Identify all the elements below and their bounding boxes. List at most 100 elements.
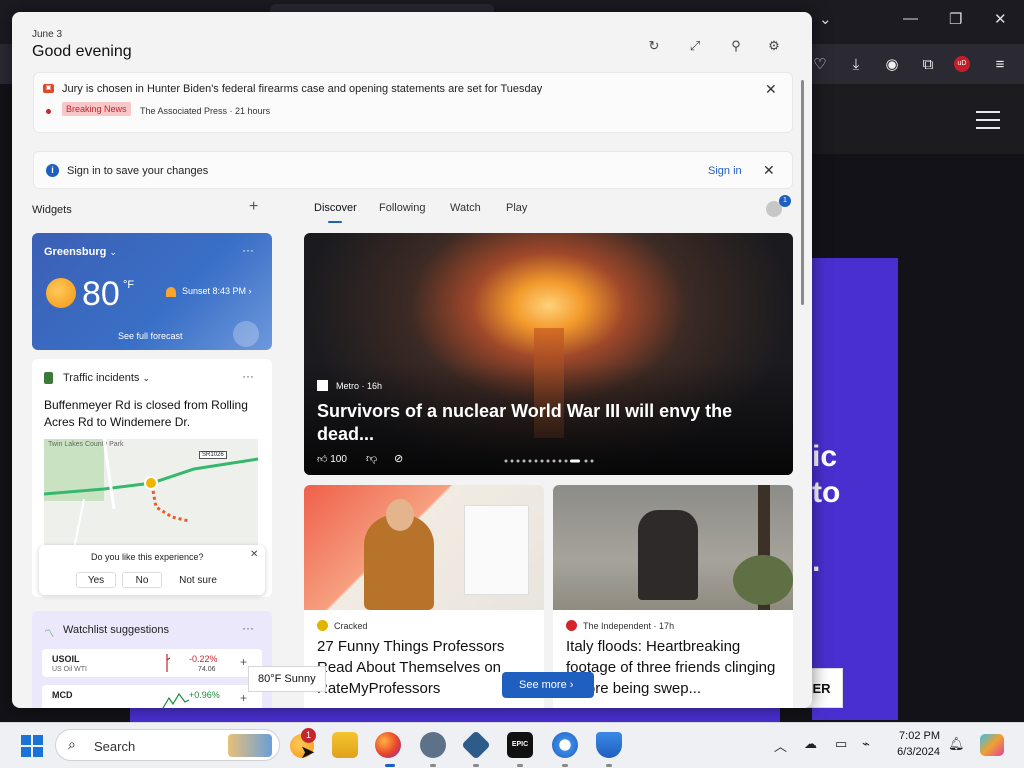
add-stock-plus-icon[interactable]: +	[240, 655, 247, 669]
download-icon[interactable]: ⤓	[846, 56, 866, 74]
stock-sparkline	[162, 692, 190, 708]
restore-icon[interactable]: ❐	[949, 10, 962, 28]
tab-list-chevron-icon[interactable]: ⌄	[819, 10, 832, 28]
mouse-cursor-icon: ➤	[300, 742, 316, 762]
running-app-indicator	[562, 764, 568, 767]
survey-yes-button[interactable]: Yes	[76, 572, 116, 588]
weather-tooltip: 80°F Sunny	[248, 666, 326, 692]
survey-close-icon[interactable]: ✕	[250, 549, 258, 560]
see-more-button[interactable]: See more ›	[502, 672, 594, 698]
hero-title[interactable]: Survivors of a nuclear World War III wil…	[317, 400, 777, 446]
clock-date[interactable]: 6/3/2024	[890, 746, 940, 758]
signin-bar: i Sign in to save your changes Sign in ✕	[33, 151, 793, 189]
site-menu-icon[interactable]	[976, 111, 1000, 129]
active-tab-indicator	[328, 221, 342, 223]
expand-icon[interactable]: ⤢	[684, 37, 706, 55]
stock-row[interactable]: MCD +0.96% +	[42, 685, 262, 708]
stock-symbol: USOIL	[52, 654, 80, 664]
weather-temperature: 80	[82, 275, 120, 313]
search-placeholder: Search	[94, 739, 136, 754]
hide-story-icon[interactable]: ⊘	[394, 452, 403, 465]
watchlist-widget[interactable]: 〽 Watchlist suggestions ··· USOIL US Oil…	[32, 611, 272, 708]
ublock-icon[interactable]: uD	[954, 56, 970, 72]
panel-scrollbar[interactable]	[801, 80, 804, 305]
card-title[interactable]: Italy floods: Heartbreaking footage of t…	[566, 636, 786, 699]
add-widget-plus-icon[interactable]: +	[249, 198, 258, 216]
extensions-icon[interactable]: ⧉	[918, 56, 938, 74]
onedrive-cloud-icon[interactable]: ☁	[804, 736, 817, 752]
epic-games-icon[interactable]: EPIC	[507, 732, 533, 758]
survey-no-button[interactable]: No	[122, 572, 162, 588]
survey-notsure-button[interactable]: Not sure	[170, 572, 226, 588]
weather-map-icon[interactable]	[233, 321, 259, 347]
metro-logo-icon	[317, 380, 328, 391]
stock-symbol: MCD	[52, 690, 73, 700]
running-app-indicator	[473, 764, 479, 767]
taskbar-search[interactable]: ⌕ Search	[55, 729, 280, 761]
active-app-indicator	[385, 764, 395, 767]
defender-shield-icon[interactable]	[596, 732, 622, 758]
windows-start-icon[interactable]	[21, 735, 43, 757]
tab-watch[interactable]: Watch	[450, 202, 481, 214]
notification-bell-icon[interactable]: 🔔︎	[948, 736, 965, 752]
more-options-icon[interactable]: ···	[242, 369, 254, 383]
clock-time[interactable]: 7:02 PM	[896, 730, 940, 742]
chevron-up-icon[interactable]: ︿	[774, 736, 787, 755]
watchlist-title: Watchlist suggestions	[63, 624, 169, 636]
hero-source: Metro · 16h	[336, 381, 383, 391]
carousel-dots[interactable]	[504, 459, 599, 463]
incident-pin-icon[interactable]	[144, 476, 158, 490]
tab-play[interactable]: Play	[506, 202, 527, 214]
stock-row[interactable]: USOIL US Oil WTI -0.22% 74.06 +	[42, 649, 262, 677]
thumbs-down-icon[interactable]: 👎︎	[366, 452, 377, 465]
file-explorer-icon[interactable]	[332, 732, 358, 758]
settings-gear-icon[interactable]: ⚙	[763, 37, 785, 55]
pin-icon[interactable]: ⚲	[725, 37, 747, 55]
stock-change: -0.22%	[189, 654, 218, 664]
menu-icon[interactable]: ≡	[990, 56, 1010, 74]
refresh-icon[interactable]: ↻	[643, 37, 665, 55]
like-button[interactable]: 👍︎ 100	[317, 453, 347, 465]
add-stock-plus-icon[interactable]: +	[240, 691, 247, 705]
tab-discover[interactable]: Discover	[314, 202, 357, 214]
full-forecast-link[interactable]: See full forecast	[118, 331, 183, 341]
more-options-icon[interactable]: ···	[242, 621, 254, 635]
info-icon: i	[46, 164, 59, 177]
weather-location[interactable]: Greensburg ⌄	[44, 246, 117, 258]
close-window-icon[interactable]: ✕	[994, 10, 1007, 28]
breaking-news-bar[interactable]: ▣ Jury is chosen in Hunter Biden's feder…	[33, 72, 793, 133]
traffic-title[interactable]: Traffic incidents ⌄	[63, 372, 150, 384]
display-icon[interactable]: ▭	[835, 736, 847, 752]
more-options-icon[interactable]: ···	[242, 243, 254, 257]
virtualbox-icon[interactable]	[461, 730, 491, 760]
weather-sunset[interactable]: Sunset 8:43 PM ›	[182, 286, 252, 296]
dismiss-signin-close-icon[interactable]: ✕	[763, 162, 775, 179]
panel-greeting: Good evening	[32, 43, 132, 60]
hero-article[interactable]: Metro · 16h Survivors of a nuclear World…	[304, 233, 793, 475]
firefox-icon[interactable]	[375, 732, 401, 758]
weather-widget[interactable]: Greensburg ⌄ ··· 80 °F Sunset 8:43 PM › …	[32, 233, 272, 350]
dismiss-breaking-close-icon[interactable]: ✕	[765, 81, 777, 98]
cracked-logo-icon	[317, 620, 328, 631]
settings-gear-icon[interactable]	[420, 732, 446, 758]
running-app-indicator	[430, 764, 436, 767]
panel-date: June 3	[32, 29, 63, 40]
widgets-heading: Widgets	[32, 204, 72, 216]
copilot-icon[interactable]	[980, 734, 1004, 756]
minimize-icon[interactable]: —	[903, 10, 918, 27]
browser-app-icon[interactable]	[552, 732, 578, 758]
tab-following[interactable]: Following	[379, 202, 425, 214]
chevron-down-icon: ⌄	[109, 247, 117, 257]
stock-change: +0.96%	[189, 690, 220, 700]
network-icon[interactable]: ⌁	[862, 736, 870, 752]
chevron-down-icon: ⌄	[142, 373, 151, 383]
pocket-icon[interactable]: ♡	[810, 56, 830, 74]
traffic-light-icon	[44, 372, 53, 384]
breaking-headline[interactable]: Jury is chosen in Hunter Biden's federal…	[62, 83, 542, 95]
traffic-map[interactable]: Twin Lakes County Park SR1026	[44, 439, 258, 549]
running-app-indicator	[606, 764, 612, 767]
signin-link[interactable]: Sign in	[708, 165, 742, 177]
account-icon[interactable]: ◉	[882, 56, 902, 74]
card-source: Cracked	[334, 621, 368, 631]
live-dot-icon	[46, 109, 51, 114]
